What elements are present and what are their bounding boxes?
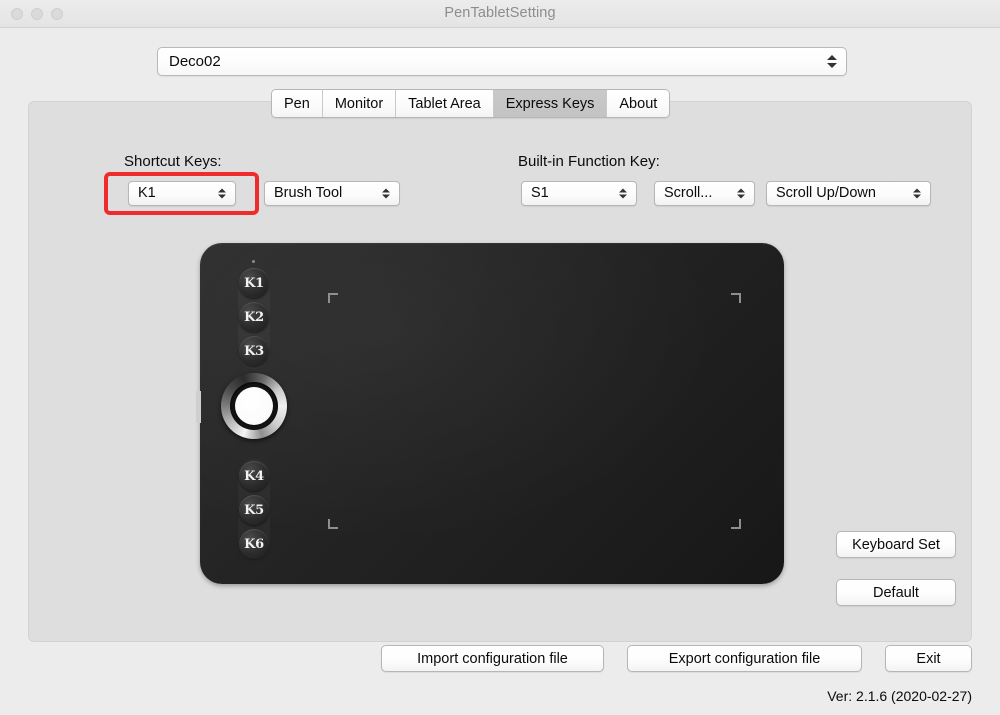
stepper-arrows-icon xyxy=(216,185,227,202)
tab-pen[interactable]: Pen xyxy=(272,90,323,117)
tab-tablet-area[interactable]: Tablet Area xyxy=(396,90,494,117)
window-title: PenTabletSetting xyxy=(444,5,556,21)
tab-bar: Pen Monitor Tablet Area Express Keys Abo… xyxy=(271,89,671,118)
shortcut-keys-label: Shortcut Keys: xyxy=(124,153,222,170)
express-key-k5[interactable]: K5 xyxy=(239,495,269,525)
scroll-ring[interactable] xyxy=(221,373,287,439)
stepper-arrows-icon xyxy=(735,185,746,202)
pen-tablet-setting-window: PenTabletSetting Deco02 Pen Monitor Tabl… xyxy=(0,0,1000,715)
express-key-k3[interactable]: K3 xyxy=(239,336,269,366)
shortcut-key-select[interactable]: K1 xyxy=(128,181,236,206)
builtin-key-select[interactable]: S1 xyxy=(521,181,637,206)
express-key-k4[interactable]: K4 xyxy=(239,461,269,491)
tab-monitor[interactable]: Monitor xyxy=(322,90,397,117)
express-key-k1[interactable]: K1 xyxy=(239,268,269,298)
version-label: Ver: 2.1.6 (2020-02-27) xyxy=(827,688,972,704)
title-bar: PenTabletSetting xyxy=(0,0,1000,28)
express-key-k2[interactable]: K2 xyxy=(239,302,269,332)
stepper-arrows-icon xyxy=(380,185,391,202)
corner-mark-top-left-icon xyxy=(328,293,338,303)
corner-mark-bottom-left-icon xyxy=(328,519,338,529)
builtin-action-select[interactable]: Scroll Up/Down xyxy=(766,181,931,206)
builtin-key-select-value: S1 xyxy=(531,185,549,201)
builtin-function-key-label: Built-in Function Key: xyxy=(518,153,660,170)
side-port-icon xyxy=(196,391,201,423)
device-select[interactable]: Deco02 xyxy=(157,47,847,76)
tab-about[interactable]: About xyxy=(607,90,670,117)
exit-button[interactable]: Exit xyxy=(885,645,972,672)
corner-mark-top-right-icon xyxy=(731,293,741,303)
builtin-mode-select[interactable]: Scroll... xyxy=(654,181,755,206)
device-select-value: Deco02 xyxy=(169,53,221,70)
status-led-icon xyxy=(252,260,255,263)
stepper-arrows-icon xyxy=(911,185,922,202)
shortcut-function-select-value: Brush Tool xyxy=(274,185,343,201)
shortcut-key-select-value: K1 xyxy=(138,185,156,201)
keyboard-set-button[interactable]: Keyboard Set xyxy=(836,531,956,558)
stepper-arrows-icon xyxy=(826,52,837,72)
builtin-action-select-value: Scroll Up/Down xyxy=(776,185,876,201)
corner-mark-bottom-right-icon xyxy=(731,519,741,529)
express-key-k6[interactable]: K6 xyxy=(239,529,269,559)
export-configuration-file-button[interactable]: Export configuration file xyxy=(627,645,862,672)
stepper-arrows-icon xyxy=(617,185,628,202)
tablet-surface xyxy=(200,243,784,584)
import-configuration-file-button[interactable]: Import configuration file xyxy=(381,645,604,672)
scroll-ring-center-button[interactable] xyxy=(235,387,273,425)
deco02-tablet-illustration: K1 K2 K3 K4 K5 K6 xyxy=(196,243,784,584)
shortcut-function-select[interactable]: Brush Tool xyxy=(264,181,400,206)
builtin-mode-select-value: Scroll... xyxy=(664,185,713,201)
tab-express-keys[interactable]: Express Keys xyxy=(493,90,608,117)
default-button[interactable]: Default xyxy=(836,579,956,606)
